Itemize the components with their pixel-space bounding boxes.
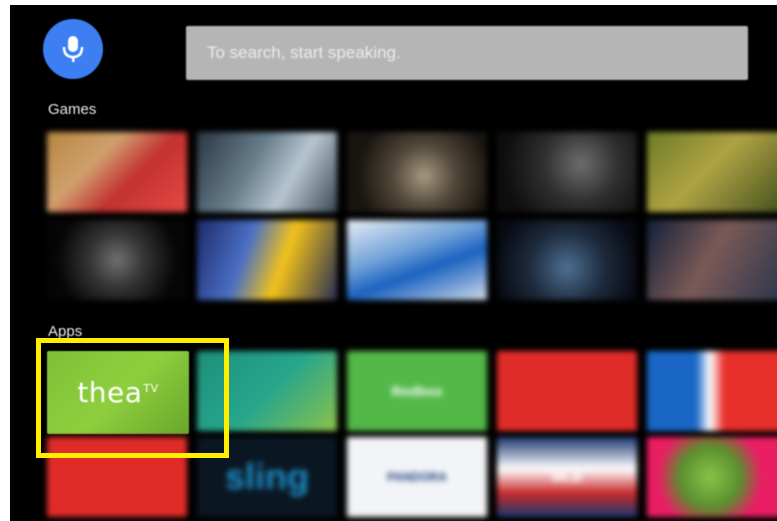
game-tile[interactable] — [347, 132, 487, 212]
game-tile[interactable] — [347, 220, 487, 300]
game-tile[interactable] — [47, 220, 187, 300]
search-bar[interactable]: To search, start speaking. — [186, 26, 748, 80]
app-tile-label: MLB — [551, 469, 583, 485]
game-tile[interactable] — [47, 132, 187, 212]
mic-icon — [62, 36, 84, 62]
game-tile[interactable] — [197, 220, 337, 300]
game-tile[interactable] — [497, 220, 637, 300]
app-tile[interactable] — [647, 351, 777, 431]
game-tile[interactable] — [647, 220, 777, 300]
app-tile-label: Redbox — [391, 383, 443, 399]
app-tile-label: sling — [224, 456, 309, 497]
voice-search-button[interactable] — [43, 19, 103, 79]
games-section-title: Games — [48, 101, 97, 118]
app-tile[interactable] — [647, 437, 777, 517]
app-tile-label: PANDORA — [387, 470, 447, 484]
game-tile[interactable] — [197, 132, 337, 212]
game-tile[interactable] — [647, 132, 777, 212]
selection-highlight-frame — [36, 338, 229, 458]
youtube-app-tile[interactable] — [497, 351, 637, 431]
pandora-app-tile[interactable]: PANDORA — [347, 437, 487, 517]
search-placeholder: To search, start speaking. — [207, 43, 401, 62]
game-tile[interactable] — [497, 132, 637, 212]
tv-home-screen: To search, start speaking. Games Apps th… — [10, 5, 777, 521]
mlb-app-tile[interactable]: MLB — [497, 437, 637, 517]
app-tile[interactable]: Redbox — [347, 351, 487, 431]
